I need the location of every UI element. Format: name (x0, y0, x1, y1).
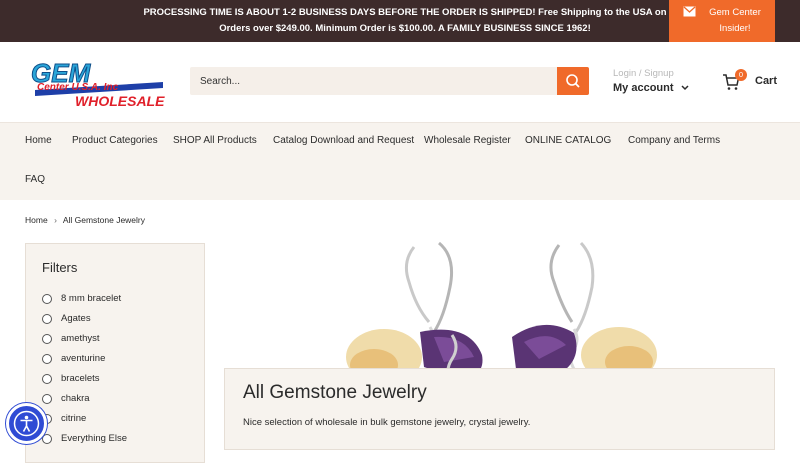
breadcrumb-current: All Gemstone Jewelry (62, 215, 146, 225)
accessibility-icon (13, 410, 40, 437)
page-title: All Gemstone Jewelry (243, 382, 427, 403)
filter-option[interactable]: 8 mm bracelet (42, 293, 192, 307)
nav-item-product-categories[interactable]: Product Categories (72, 135, 158, 146)
logo-text-wholesale: WHOLESALE (75, 93, 165, 109)
search-button[interactable] (557, 67, 589, 95)
filter-label: 8 mm bracelet (61, 293, 122, 304)
filter-label: Agates (61, 313, 91, 324)
filter-label: aventurine (61, 353, 106, 364)
site-header: GEM Center U.S.A. Inc WHOLESALE Login / … (0, 42, 800, 122)
filter-radio[interactable] (42, 334, 52, 344)
account-label: My account (613, 82, 674, 94)
filters-title: Filters (42, 260, 78, 275)
filter-option[interactable]: amethyst (42, 333, 192, 347)
insider-label: Gem Center Insider! (709, 7, 761, 34)
account-menu[interactable]: My account (613, 82, 689, 94)
nav-item-shop-all[interactable]: SHOP All Products (173, 135, 257, 146)
filter-radio[interactable] (42, 374, 52, 384)
filter-radio[interactable] (42, 394, 52, 404)
breadcrumb-home[interactable]: Home (25, 215, 48, 225)
mail-icon (683, 6, 696, 17)
insider-button[interactable]: Gem Center Insider! (669, 0, 775, 42)
logo-text-center: Center U.S.A. Inc (37, 82, 119, 93)
filter-option[interactable]: aventurine (42, 353, 192, 367)
filter-radio[interactable] (42, 314, 52, 324)
cart-count-badge: 0 (735, 69, 747, 81)
nav-item-catalog-download[interactable]: Catalog Download and Request (273, 135, 414, 146)
breadcrumb: Home › All Gemstone Jewelry (25, 215, 145, 225)
chevron-down-icon (681, 85, 689, 91)
nav-item-faq[interactable]: FAQ (25, 174, 45, 185)
cart-link[interactable]: Cart (755, 75, 777, 87)
search-icon (566, 74, 580, 88)
filter-label: chakra (61, 393, 90, 404)
filter-label: bracelets (61, 373, 100, 384)
filter-label: Everything Else (61, 433, 128, 444)
chevron-right-icon: › (54, 215, 57, 225)
filter-option[interactable]: Agates (42, 313, 192, 327)
search-bar (190, 67, 589, 95)
filter-label: amethyst (61, 333, 100, 344)
filters-panel: Filters 8 mm bracelet Agates amethyst av… (25, 243, 205, 463)
collection-description: Nice selection of wholesale in bulk gems… (243, 417, 531, 428)
filter-radio[interactable] (42, 294, 52, 304)
filter-option[interactable]: citrine (42, 413, 192, 427)
filter-radio[interactable] (42, 354, 52, 364)
filter-option[interactable]: chakra (42, 393, 192, 407)
filter-option[interactable]: Everything Else (42, 433, 192, 447)
accessibility-button[interactable] (6, 403, 47, 444)
filter-option[interactable]: bracelets (42, 373, 192, 387)
login-link[interactable]: Login / Signup (613, 68, 674, 79)
nav-item-company-terms[interactable]: Company and Terms (628, 135, 720, 146)
main-nav: Home Product Categories SHOP All Product… (0, 122, 800, 200)
nav-item-home[interactable]: Home (25, 135, 52, 146)
nav-item-online-catalog[interactable]: ONLINE CATALOG (525, 135, 611, 146)
nav-item-wholesale-register[interactable]: Wholesale Register (424, 135, 511, 146)
collection-info: All Gemstone Jewelry Nice selection of w… (224, 368, 775, 450)
announcement-text: PROCESSING TIME IS ABOUT 1-2 BUSINESS DA… (143, 7, 667, 34)
announcement-bar: PROCESSING TIME IS ABOUT 1-2 BUSINESS DA… (0, 0, 800, 42)
filter-label: citrine (61, 413, 87, 424)
logo[interactable]: GEM Center U.S.A. Inc WHOLESALE (25, 54, 165, 110)
search-input[interactable] (190, 67, 557, 95)
